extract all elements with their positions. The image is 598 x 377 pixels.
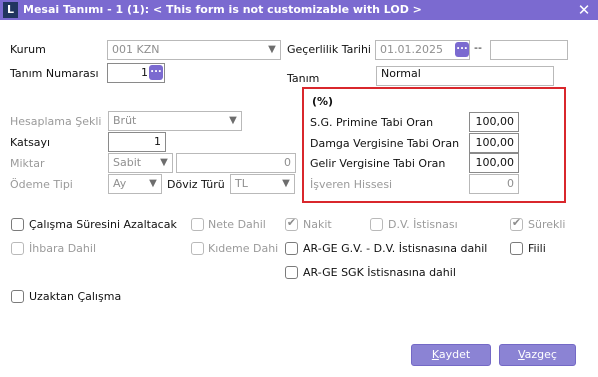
surekli-checkbox[interactable]: ✔: [510, 216, 523, 231]
nete-dahil-checkbox[interactable]: [191, 218, 204, 231]
kurum-select[interactable]: 001 KZN ▼: [107, 40, 281, 60]
sg-primine-input[interactable]: 100,00: [469, 112, 519, 132]
hesaplama-label: Hesaplama Şekli: [10, 115, 102, 128]
miktar-value: 0: [284, 156, 291, 169]
nakit-checkbox[interactable]: ✔: [285, 216, 298, 231]
kaydet-label: aydet: [438, 348, 471, 361]
tanim-numarasi-value: 1: [141, 66, 148, 79]
arge-gv-dv-label: AR-GE G.V. - D.V. İstisnasına dahil: [303, 242, 488, 255]
odeme-tipi-label: Ödeme Tipi: [10, 178, 73, 191]
isveren-hissesi-label: İşveren Hissesi: [310, 178, 393, 191]
vazgec-label: azgeç: [524, 348, 557, 361]
kaydet-button[interactable]: Kaydet: [411, 344, 491, 366]
surekli-label: Sürekli: [528, 218, 566, 231]
arge-gv-dv-checkbox[interactable]: [285, 242, 298, 255]
calisma-suresi-checkbox[interactable]: [11, 218, 24, 231]
hesaplama-value: Brüt: [113, 114, 137, 127]
miktar-label: Miktar: [10, 157, 45, 170]
isveren-hissesi-value: 0: [507, 177, 514, 190]
window-title: Mesai Tanımı - 1 (1): < This form is not…: [23, 3, 422, 16]
sg-primine-value: 100,00: [475, 115, 515, 128]
miktar-type-value: Sabit: [113, 156, 142, 169]
title-bar: L Mesai Tanımı - 1 (1): < This form is n…: [0, 0, 598, 20]
chevron-down-icon: ▼: [268, 44, 276, 55]
gelir-vergisi-value: 100,00: [475, 156, 515, 169]
odeme-tipi-select[interactable]: Ay ▼: [108, 174, 162, 194]
gecerlilik-end-date-input[interactable]: [490, 40, 568, 60]
gecerlilik-date-value: 01.01.2025: [380, 43, 443, 56]
gecerlilik-date-lookup-button[interactable]: ...: [455, 42, 469, 57]
date-range-separator: --: [474, 41, 482, 54]
damga-vergisi-input[interactable]: 100,00: [469, 133, 519, 153]
damga-vergisi-label: Damga Vergisine Tabi Oran: [310, 137, 460, 150]
chevron-down-icon: ▼: [149, 178, 157, 189]
vazgec-accesskey: V: [518, 348, 525, 361]
dv-istisnasi-label: D.V. İstisnası: [388, 218, 458, 231]
chevron-down-icon: ▼: [229, 115, 237, 126]
hesaplama-select[interactable]: Brüt ▼: [108, 111, 242, 131]
nete-dahil-label: Nete Dahil: [208, 218, 266, 231]
katsayi-label: Katsayı: [10, 136, 51, 149]
form-window: L Mesai Tanımı - 1 (1): < This form is n…: [0, 0, 598, 377]
nakit-label: Nakit: [303, 218, 332, 231]
gelir-vergisi-input[interactable]: 100,00: [469, 153, 519, 173]
doviz-turu-value: TL: [235, 177, 248, 190]
kurum-label: Kurum: [10, 43, 46, 56]
kaydet-accesskey: K: [431, 348, 439, 361]
checkmark-icon: ✔: [286, 216, 297, 229]
rates-percent-header: (%): [312, 95, 334, 108]
chevron-down-icon: ▼: [282, 178, 290, 189]
katsayi-input[interactable]: 1: [108, 132, 166, 152]
tanim-numarasi-lookup-button[interactable]: ...: [149, 65, 163, 80]
ihbara-dahil-label: İhbara Dahil: [29, 242, 96, 255]
chevron-down-icon: ▼: [160, 157, 168, 168]
damga-vergisi-value: 100,00: [475, 136, 515, 149]
uzaktan-calisma-label: Uzaktan Çalışma: [29, 290, 122, 303]
miktar-type-select[interactable]: Sabit ▼: [108, 153, 173, 173]
katsayi-value: 1: [154, 135, 161, 148]
fiili-checkbox[interactable]: [510, 242, 523, 255]
tanim-value: Normal: [381, 67, 421, 80]
kurum-value: 001 KZN: [112, 43, 160, 56]
miktar-input[interactable]: 0: [176, 153, 296, 173]
gecerlilik-label: Geçerlilik Tarihi: [287, 43, 371, 56]
doviz-turu-label: Döviz Türü: [167, 178, 225, 191]
tanim-numarasi-label: Tanım Numarası: [10, 67, 99, 80]
tanim-input[interactable]: Normal: [376, 66, 554, 86]
isveren-hissesi-input[interactable]: 0: [469, 174, 519, 194]
gelir-vergisi-label: Gelir Vergisine Tabi Oran: [310, 157, 446, 170]
odeme-tipi-value: Ay: [113, 177, 127, 190]
sg-primine-label: S.G. Primine Tabi Oran: [310, 116, 434, 129]
kideme-dahil-checkbox[interactable]: [191, 242, 204, 255]
dv-istisnasi-checkbox[interactable]: [370, 218, 383, 231]
arge-sgk-checkbox[interactable]: [285, 266, 298, 279]
close-button[interactable]: ✕: [574, 1, 594, 19]
kideme-dahil-label: Kıdeme Dahi: [208, 242, 279, 255]
fiili-label: Fiili: [528, 242, 546, 255]
vazgec-button[interactable]: Vazgeç: [499, 344, 576, 366]
doviz-turu-select[interactable]: TL ▼: [230, 174, 295, 194]
arge-sgk-label: AR-GE SGK İstisnasına dahil: [303, 266, 456, 279]
tanim-label: Tanım: [287, 72, 320, 85]
uzaktan-calisma-checkbox[interactable]: [11, 290, 24, 303]
calisma-suresi-label: Çalışma Süresini Azaltacak: [29, 218, 177, 231]
checkmark-icon: ✔: [511, 216, 522, 229]
app-logo-icon: L: [3, 2, 18, 18]
ihbara-dahil-checkbox[interactable]: [11, 242, 24, 255]
